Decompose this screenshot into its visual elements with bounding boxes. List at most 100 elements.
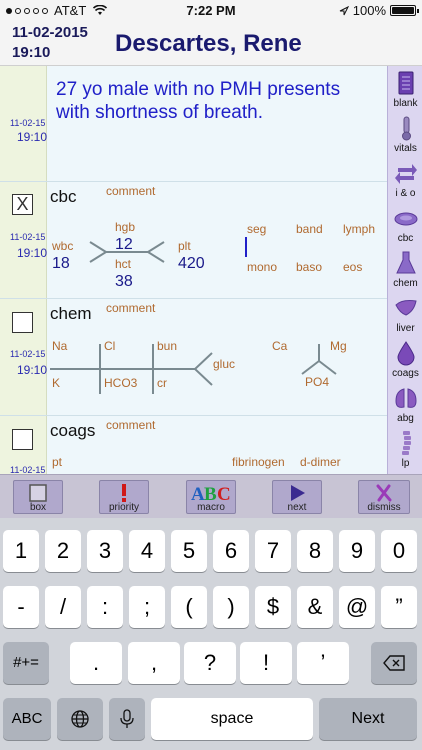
cl-label[interactable]: Cl bbox=[104, 339, 115, 353]
hct-value[interactable]: 38 bbox=[115, 273, 133, 291]
status-bar: AT&T 7:22 PM 100% bbox=[0, 0, 422, 22]
status-right: 100% bbox=[339, 3, 419, 18]
sidebar-item-liver[interactable]: liver bbox=[388, 291, 422, 335]
keyboard: 1 2 3 4 5 6 7 8 9 0 - / : ; ( ) $ & @ ” … bbox=[0, 518, 422, 750]
sidebar-item-vitals[interactable]: vitals bbox=[388, 111, 422, 155]
delete-key[interactable] bbox=[371, 642, 417, 684]
key-dollar[interactable]: $ bbox=[255, 586, 291, 628]
flask-icon bbox=[396, 251, 416, 274]
mono-label[interactable]: mono bbox=[247, 260, 277, 274]
key-1[interactable]: 1 bbox=[3, 530, 39, 572]
exclamation-icon bbox=[122, 484, 126, 502]
mic-key[interactable] bbox=[109, 698, 145, 740]
next-button[interactable]: next bbox=[272, 480, 322, 514]
dismiss-label: dismiss bbox=[367, 502, 401, 513]
key-6[interactable]: 6 bbox=[213, 530, 249, 572]
box-button[interactable]: box bbox=[13, 480, 63, 514]
pt-label[interactable]: pt bbox=[52, 455, 62, 469]
coags-comment-link[interactable]: comment bbox=[106, 418, 155, 432]
chem-fishbone-diagram bbox=[50, 344, 337, 394]
fibrinogen-label[interactable]: fibrinogen bbox=[232, 455, 285, 469]
key-open-paren[interactable]: ( bbox=[171, 586, 207, 628]
sidebar-item-i-and-o[interactable]: i & o bbox=[388, 156, 422, 200]
next-label: next bbox=[287, 502, 307, 513]
key-2[interactable]: 2 bbox=[45, 530, 81, 572]
key-symbols-toggle[interactable]: #+= bbox=[3, 642, 49, 684]
sidebar-item-lp[interactable]: lp bbox=[388, 426, 422, 470]
seg-label[interactable]: seg bbox=[247, 222, 266, 236]
text-cursor bbox=[245, 237, 247, 257]
po4-label[interactable]: PO4 bbox=[305, 375, 329, 389]
key-question[interactable]: ? bbox=[184, 642, 236, 684]
key-exclamation[interactable]: ! bbox=[240, 642, 292, 684]
note-section[interactable]: 11-02-15 19:10 27 yo male with no PMH pr… bbox=[0, 66, 387, 182]
key-9[interactable]: 9 bbox=[339, 530, 375, 572]
plt-value[interactable]: 420 bbox=[178, 255, 205, 273]
wbc-value[interactable]: 18 bbox=[52, 255, 70, 273]
key-slash[interactable]: / bbox=[45, 586, 81, 628]
svg-text:A: A bbox=[191, 484, 205, 503]
cr-label[interactable]: cr bbox=[157, 376, 167, 390]
key-minus[interactable]: - bbox=[3, 586, 39, 628]
template-sidebar: blank vitals i & o cbc chem liver coags … bbox=[387, 66, 422, 474]
header-date[interactable]: 11-02-2015 bbox=[12, 24, 88, 42]
hgb-label: hgb bbox=[115, 220, 136, 234]
key-close-paren[interactable]: ) bbox=[213, 586, 249, 628]
microphone-icon bbox=[120, 709, 134, 728]
key-quote[interactable]: ” bbox=[381, 586, 417, 628]
priority-label: priority bbox=[108, 502, 139, 513]
key-5[interactable]: 5 bbox=[171, 530, 207, 572]
key-7[interactable]: 7 bbox=[255, 530, 291, 572]
sidebar-item-cbc[interactable]: cbc bbox=[388, 201, 422, 245]
thermometer-icon bbox=[402, 116, 411, 141]
eos-label[interactable]: eos bbox=[343, 260, 362, 274]
hco3-label[interactable]: HCO3 bbox=[104, 376, 137, 390]
key-3[interactable]: 3 bbox=[87, 530, 123, 572]
key-8[interactable]: 8 bbox=[297, 530, 333, 572]
key-apostrophe[interactable]: ’ bbox=[297, 642, 349, 684]
cbc-section: cbc comment X 11-02-15 19:10 wbc 18 hgb … bbox=[0, 182, 387, 299]
key-4[interactable]: 4 bbox=[129, 530, 165, 572]
macro-button[interactable]: A B C macro bbox=[186, 480, 236, 514]
sidebar-item-coags[interactable]: coags bbox=[388, 336, 422, 380]
next-key[interactable]: Next bbox=[319, 698, 417, 740]
bun-label[interactable]: bun bbox=[157, 339, 177, 353]
key-period[interactable]: . bbox=[70, 642, 122, 684]
key-at[interactable]: @ bbox=[339, 586, 375, 628]
mg-label[interactable]: Mg bbox=[330, 339, 347, 353]
x-icon bbox=[376, 484, 392, 502]
coags-date: 11-02-15 bbox=[10, 465, 46, 474]
coags-checkbox[interactable] bbox=[12, 429, 33, 450]
key-colon[interactable]: : bbox=[87, 586, 123, 628]
sidebar-item-abg[interactable]: abg bbox=[388, 381, 422, 425]
na-label[interactable]: Na bbox=[52, 339, 67, 353]
battery-percent: 100% bbox=[352, 3, 386, 18]
dismiss-button[interactable]: dismiss bbox=[358, 480, 410, 514]
globe-key[interactable] bbox=[57, 698, 103, 740]
blood-cell-icon bbox=[394, 212, 418, 226]
hgb-value[interactable]: 12 bbox=[115, 236, 133, 254]
patient-name[interactable]: Descartes, Rene bbox=[115, 30, 302, 58]
header: 11-02-2015 19:10 Descartes, Rene bbox=[0, 22, 422, 66]
key-comma[interactable]: , bbox=[128, 642, 180, 684]
baso-label[interactable]: baso bbox=[296, 260, 322, 274]
lymph-label[interactable]: lymph bbox=[343, 222, 375, 236]
ca-label[interactable]: Ca bbox=[272, 339, 287, 353]
key-ampersand[interactable]: & bbox=[297, 586, 333, 628]
backspace-icon bbox=[383, 655, 405, 671]
sidebar-item-blank[interactable]: blank bbox=[388, 66, 422, 110]
header-time[interactable]: 19:10 bbox=[12, 44, 50, 62]
d-dimer-label[interactable]: d-dimer bbox=[300, 455, 341, 469]
space-key[interactable]: space bbox=[151, 698, 313, 740]
key-semicolon[interactable]: ; bbox=[129, 586, 165, 628]
note-text[interactable]: 27 yo male with no PMH presents with sho… bbox=[56, 78, 376, 124]
macro-label: macro bbox=[197, 502, 225, 513]
sidebar-label: liver bbox=[396, 323, 415, 334]
k-label[interactable]: K bbox=[52, 376, 60, 390]
priority-button[interactable]: priority bbox=[99, 480, 149, 514]
band-label[interactable]: band bbox=[296, 222, 323, 236]
sidebar-item-chem[interactable]: chem bbox=[388, 246, 422, 290]
gluc-label[interactable]: gluc bbox=[213, 357, 235, 371]
key-0[interactable]: 0 bbox=[381, 530, 417, 572]
key-abc[interactable]: ABC bbox=[3, 698, 51, 740]
